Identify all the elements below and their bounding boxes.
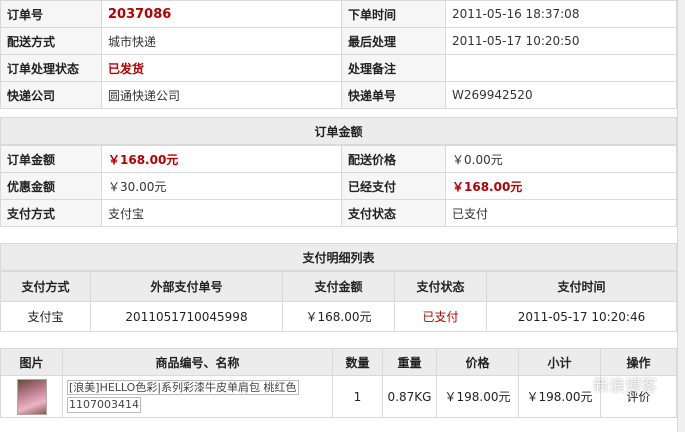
product-name-link[interactable]: [浪美]HELLO色彩|系列彩漆牛皮单肩包 桃红色	[67, 380, 299, 395]
payment-status-label: 支付状态	[341, 199, 446, 227]
discount-value: ￥30.00元	[101, 172, 342, 200]
column-header: 支付金额	[282, 271, 395, 302]
column-header: 支付状态	[394, 271, 487, 302]
paid-label: 已经支付	[341, 172, 446, 200]
column-header: 外部支付单号	[90, 271, 283, 302]
payment-status-value: 已支付	[445, 199, 677, 227]
table-row: [浪美]HELLO色彩|系列彩漆牛皮单肩包 桃红色 1107003414 1 0…	[0, 375, 677, 418]
order-status-label: 订单处理状态	[0, 54, 102, 82]
watermark: 新浪博客	[592, 376, 657, 395]
table-row: 支付宝 2011051710045998 ￥168.00元 已支付 2011-0…	[0, 301, 677, 332]
table-row: 配送方式 城市快递 最后处理 2011-05-17 10:20:50	[0, 27, 677, 55]
order-status-value: 已发货	[101, 54, 342, 82]
paid-value: ￥168.00元	[445, 172, 677, 200]
weight-cell: 0.87KG	[382, 375, 437, 418]
payment-time-cell: 2011-05-17 10:20:46	[486, 301, 677, 332]
order-amount-value: ￥168.00元	[101, 145, 342, 173]
process-remark-label: 处理备注	[341, 54, 446, 82]
table-row: 快递公司 圆通快递公司 快递单号 W269942520	[0, 81, 677, 109]
column-header: 价格	[436, 348, 519, 376]
last-processed-value: 2011-05-17 10:20:50	[445, 27, 677, 55]
column-header: 重量	[382, 348, 437, 376]
order-amount-label: 订单金额	[0, 145, 102, 173]
goods-table: 图片 商品编号、名称 数量 重量 价格 小计 操作 [浪美]HELLO色彩|系列…	[0, 348, 677, 418]
payment-method-value: 支付宝	[101, 199, 342, 227]
product-code: 1107003414	[67, 397, 141, 413]
discount-label: 优惠金额	[0, 172, 102, 200]
column-header: 数量	[332, 348, 383, 376]
order-info-table: 订单号 2037086 下单时间 2011-05-16 18:37:08 配送方…	[0, 0, 677, 109]
product-name-cell: [浪美]HELLO色彩|系列彩漆牛皮单肩包 桃红色 1107003414	[62, 375, 333, 418]
tracking-number-value: W269942520	[445, 81, 677, 109]
last-processed-label: 最后处理	[341, 27, 446, 55]
delivery-method-label: 配送方式	[0, 27, 102, 55]
order-time-value: 2011-05-16 18:37:08	[445, 0, 677, 28]
courier-company-value: 圆通快递公司	[101, 81, 342, 109]
column-header: 支付时间	[486, 271, 677, 302]
subtotal-cell: ￥198.00元	[518, 375, 601, 418]
tracking-number-label: 快递单号	[341, 81, 446, 109]
payment-table: 支付方式 外部支付单号 支付金额 支付状态 支付时间 支付宝 201105171…	[0, 271, 677, 332]
order-number-value: 2037086	[101, 0, 342, 28]
amount-table: 订单金额 ￥168.00元 配送价格 ￥0.00元 优惠金额 ￥30.00元 已…	[0, 145, 677, 227]
column-header: 图片	[0, 348, 63, 376]
column-header: 支付方式	[0, 271, 91, 302]
payment-method-cell: 支付宝	[0, 301, 91, 332]
courier-company-label: 快递公司	[0, 81, 102, 109]
table-row: 订单号 2037086 下单时间 2011-05-16 18:37:08	[0, 0, 677, 28]
quantity-cell: 1	[332, 375, 383, 418]
column-header: 小计	[518, 348, 601, 376]
payment-method-label: 支付方式	[0, 199, 102, 227]
table-header-row: 支付方式 外部支付单号 支付金额 支付状态 支付时间	[0, 271, 677, 302]
shipping-price-label: 配送价格	[341, 145, 446, 173]
external-payment-number-cell: 2011051710045998	[90, 301, 283, 332]
process-remark-value	[445, 54, 677, 82]
payment-section-title: 支付明细列表	[0, 243, 677, 271]
delivery-method-value: 城市快递	[101, 27, 342, 55]
order-time-label: 下单时间	[341, 0, 446, 28]
vertical-scrollbar[interactable]	[677, 0, 685, 432]
order-detail-page: 订单号 2037086 下单时间 2011-05-16 18:37:08 配送方…	[0, 0, 677, 432]
product-thumbnail[interactable]	[16, 378, 47, 415]
table-row: 订单金额 ￥168.00元 配送价格 ￥0.00元	[0, 145, 677, 173]
shipping-price-value: ￥0.00元	[445, 145, 677, 173]
payment-status-cell: 已支付	[394, 301, 487, 332]
amount-section-title: 订单金额	[0, 117, 677, 145]
table-row: 订单处理状态 已发货 处理备注	[0, 54, 677, 82]
product-image-cell[interactable]	[0, 375, 63, 418]
table-row: 支付方式 支付宝 支付状态 已支付	[0, 199, 677, 227]
table-row: 优惠金额 ￥30.00元 已经支付 ￥168.00元	[0, 172, 677, 200]
table-header-row: 图片 商品编号、名称 数量 重量 价格 小计 操作	[0, 348, 677, 376]
payment-amount-cell: ￥168.00元	[282, 301, 395, 332]
order-number-label: 订单号	[0, 0, 102, 28]
price-cell: ￥198.00元	[436, 375, 519, 418]
column-header: 商品编号、名称	[62, 348, 333, 376]
